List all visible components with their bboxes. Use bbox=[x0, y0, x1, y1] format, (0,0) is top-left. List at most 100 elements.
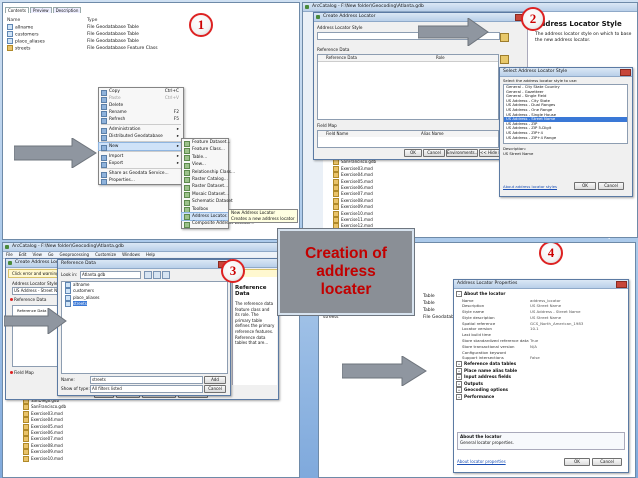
tree-item-icon bbox=[333, 178, 339, 185]
browse-folder-icon[interactable] bbox=[500, 55, 509, 64]
property-section[interactable]: + Performance bbox=[454, 393, 628, 401]
menu-item-paste[interactable]: Paste Ctrl+V bbox=[99, 95, 183, 103]
add-button[interactable]: Add bbox=[204, 376, 226, 384]
ok-button[interactable]: OK bbox=[574, 182, 596, 190]
chevron-right-icon: ▸ bbox=[176, 154, 179, 159]
reference-data-label: Reference Data bbox=[10, 297, 46, 302]
tree-item-label: Exercise08.mxd bbox=[31, 442, 63, 448]
callout-line-2: address bbox=[316, 263, 376, 280]
menu-help[interactable]: Help bbox=[146, 252, 155, 257]
submenu-item[interactable]: Toolbox bbox=[182, 206, 228, 214]
cancel-button[interactable]: Cancel bbox=[204, 385, 226, 393]
menu-geoprocessing[interactable]: Geoprocessing bbox=[60, 252, 90, 257]
menu-edit[interactable]: Edit bbox=[19, 252, 27, 257]
table-icon bbox=[65, 294, 71, 301]
menu-file[interactable]: File bbox=[6, 252, 13, 257]
up-folder-icon[interactable] bbox=[144, 271, 152, 279]
list-item[interactable]: alIname File Geodatabase Table bbox=[5, 24, 295, 31]
submenu-item-icon bbox=[184, 221, 190, 228]
tab-description[interactable]: Description bbox=[52, 7, 82, 13]
submenu-item[interactable]: Raster Catalog... bbox=[182, 176, 228, 184]
about-styles-link[interactable]: About address locator styles bbox=[503, 184, 557, 189]
menu-item-export[interactable]: Export ▸ bbox=[99, 160, 183, 168]
menu-item-delete[interactable]: Delete bbox=[99, 102, 183, 110]
cancel-button[interactable]: Cancel bbox=[592, 458, 622, 466]
tree-item-label: Exercise06.mxd bbox=[31, 429, 63, 435]
menu-view[interactable]: View bbox=[32, 252, 42, 257]
step-badge-3: 3 bbox=[221, 259, 245, 283]
tree-item-icon bbox=[23, 429, 29, 436]
tab-contents[interactable]: Contents bbox=[5, 7, 29, 13]
address-locator-style-field[interactable]: US Address - Street Name bbox=[12, 287, 63, 295]
file-item[interactable]: streets bbox=[62, 301, 227, 308]
help-text: The reference data feature class and its… bbox=[235, 301, 275, 346]
submenu-item[interactable]: View... bbox=[182, 161, 228, 169]
submenu-item[interactable]: Raster Dataset... bbox=[182, 183, 228, 191]
section-label: Place name alias table bbox=[464, 367, 518, 373]
cancel-button[interactable]: Cancel bbox=[423, 149, 445, 157]
dialog-title: Create Address Locator bbox=[323, 14, 376, 19]
step-badge-2: 2 bbox=[521, 7, 545, 31]
menu-item-properties[interactable]: Properties... bbox=[99, 177, 183, 185]
menu-item-shortcut: F2 bbox=[173, 110, 179, 115]
submenu-item-label: View... bbox=[192, 162, 206, 168]
ok-button[interactable]: OK bbox=[564, 458, 590, 466]
tree-item[interactable]: Exercise10.mxd bbox=[23, 455, 93, 462]
ok-button[interactable]: OK bbox=[404, 149, 422, 157]
menu-item-refresh[interactable]: Refresh F5 bbox=[99, 116, 183, 124]
menu-item-import[interactable]: Import ▸ bbox=[99, 153, 183, 161]
style-option[interactable]: US Address - ZIP+4 Range bbox=[504, 136, 627, 141]
tree-item-icon bbox=[23, 423, 29, 430]
name-field[interactable]: streets bbox=[90, 376, 203, 384]
list-item[interactable]: streets File Geodatabase Feature Class bbox=[5, 45, 295, 52]
menu-item-administration[interactable]: Administration ▸ bbox=[99, 126, 183, 134]
menu-customize[interactable]: Customize bbox=[95, 252, 116, 257]
browse-folder-icon[interactable] bbox=[500, 33, 509, 42]
menu-item-copy[interactable]: Copy Ctrl+C bbox=[99, 88, 183, 96]
tree-item-label: Exercise12.mxd bbox=[341, 223, 373, 229]
about-text: General locator properties. bbox=[460, 440, 514, 445]
tree-item-label: Exercise03.mxd bbox=[341, 165, 373, 171]
chevron-right-icon: ▸ bbox=[176, 144, 179, 149]
tab-preview[interactable]: Preview bbox=[30, 7, 52, 13]
home-icon[interactable] bbox=[153, 271, 161, 279]
menu-go[interactable]: Go bbox=[48, 252, 54, 257]
submenu-item[interactable]: Composite Address Locator... bbox=[182, 220, 255, 228]
file-item-label: place_aliases bbox=[73, 294, 100, 300]
submenu-item[interactable]: Feature Class... bbox=[182, 146, 228, 154]
file-list[interactable]: altname customers place_aliases streets bbox=[61, 281, 228, 374]
look-in-select[interactable]: Atlanta.gdb bbox=[80, 271, 141, 279]
close-icon[interactable] bbox=[616, 281, 627, 288]
menu-item-rename[interactable]: Rename F2 bbox=[99, 109, 183, 117]
catalog-tree: SanDiego.gdbSanFrancisco.gdbExercise03.m… bbox=[23, 398, 93, 462]
close-icon[interactable] bbox=[620, 69, 631, 76]
menu-separator bbox=[101, 141, 181, 142]
menu-item-distributed-geodatabase[interactable]: Distributed Geodatabase ▸ bbox=[99, 133, 183, 141]
field-map-grid[interactable]: Field Name Alias Name bbox=[317, 130, 499, 148]
view-list-icon[interactable] bbox=[162, 271, 170, 279]
environments-button[interactable]: Environments... bbox=[446, 149, 478, 157]
submenu-item[interactable]: Address Locator... bbox=[181, 211, 230, 222]
list-item[interactable]: customers File Geodatabase Table bbox=[5, 31, 295, 38]
style-listbox[interactable]: General - City State Country General - Ga… bbox=[503, 84, 628, 144]
show-type-select[interactable]: All filters listed bbox=[90, 385, 203, 393]
menu-item-label: Import bbox=[109, 154, 124, 159]
about-locator-properties-link[interactable]: About locator properties bbox=[457, 459, 506, 464]
list-item[interactable]: place_aliases File Geodatabase Table bbox=[5, 38, 295, 45]
menu-item-new[interactable]: New ▸ bbox=[98, 142, 184, 151]
submenu-item[interactable]: Feature Dataset... bbox=[182, 139, 231, 147]
column-header-name[interactable]: Name bbox=[5, 17, 87, 24]
file-item-label: customers bbox=[73, 288, 94, 294]
submenu-item[interactable]: Relationship Class... bbox=[182, 169, 235, 177]
submenu-item[interactable]: Table... bbox=[182, 154, 228, 162]
cancel-button[interactable]: Cancel bbox=[598, 182, 624, 190]
menu-item-label: Export bbox=[109, 161, 124, 166]
tree-item-icon bbox=[23, 410, 29, 417]
expand-icon: + bbox=[456, 361, 462, 368]
reference-data-grid[interactable]: Reference Data Role bbox=[317, 54, 499, 120]
menu-windows[interactable]: Windows bbox=[122, 252, 140, 257]
property-sections: + Reference data tables + Place name alias … bbox=[454, 361, 628, 400]
submenu-item[interactable]: Schematic Dataset bbox=[182, 198, 233, 206]
menu-item-share-as-geodata-service[interactable]: Share as Geodata Service... bbox=[99, 170, 183, 178]
submenu-item[interactable]: Mosaic Dataset... bbox=[182, 191, 229, 199]
